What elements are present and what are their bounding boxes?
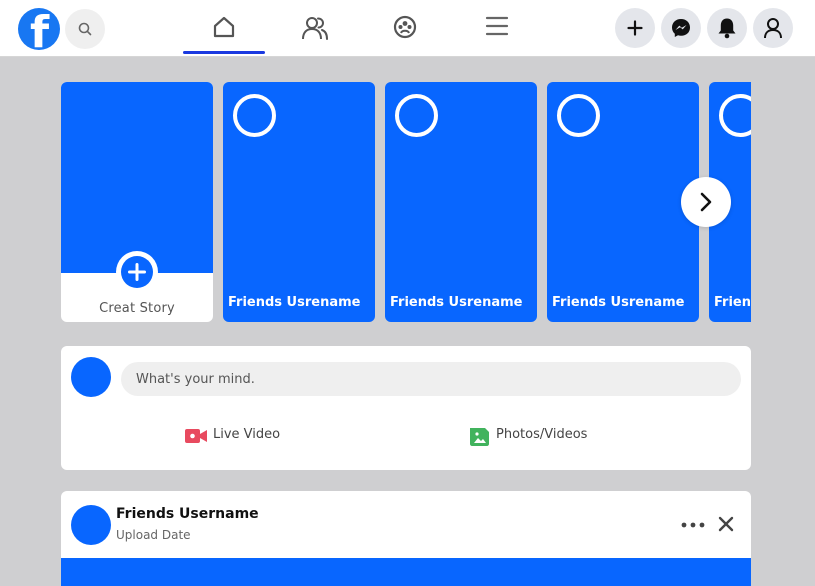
search-button[interactable]: [65, 9, 105, 49]
story-avatar-ring: [233, 94, 276, 137]
photos-videos-button[interactable]: Photos/Videos: [470, 424, 610, 450]
story-username: Friends Usrename: [228, 295, 361, 310]
nav-tab-groups[interactable]: [364, 0, 446, 55]
photos-videos-label: Photos/Videos: [496, 427, 588, 442]
notifications-button[interactable]: [707, 8, 747, 48]
chevron-right-icon: [700, 192, 712, 212]
post-upload-date: Upload Date: [116, 528, 191, 542]
story-card[interactable]: Friends Usrename: [385, 82, 537, 322]
post-author-name[interactable]: Friends Username: [116, 506, 259, 522]
messenger-button[interactable]: [661, 8, 701, 48]
nav-tab-home[interactable]: [183, 0, 265, 55]
story-username: Friends Usrename: [390, 295, 523, 310]
nav-tab-friends[interactable]: [274, 0, 356, 55]
post-author-avatar[interactable]: [71, 505, 111, 545]
messenger-icon: [672, 19, 690, 37]
create-story-card[interactable]: Creat Story: [61, 82, 213, 322]
create-story-label: Creat Story: [99, 301, 175, 316]
profile-button[interactable]: [753, 8, 793, 48]
more-options-icon[interactable]: [681, 517, 705, 533]
story-avatar-ring: [719, 94, 751, 137]
post-media[interactable]: [61, 558, 751, 586]
create-story-plus[interactable]: [116, 251, 158, 293]
close-icon[interactable]: [718, 516, 734, 532]
top-navigation-bar: f: [0, 0, 815, 57]
plus-icon: [627, 20, 643, 36]
create-button[interactable]: [615, 8, 655, 48]
bell-icon: [718, 18, 736, 39]
stories-next-button[interactable]: [681, 177, 731, 227]
story-username: Friends Usrename: [552, 295, 685, 310]
story-avatar-ring: [395, 94, 438, 137]
menu-icon: [485, 16, 509, 36]
stories-row: Creat Story Friends Usrename Friends Usr…: [61, 82, 751, 322]
add-story-icon: [121, 256, 153, 288]
live-video-button[interactable]: Live Video: [185, 424, 295, 450]
facebook-logo-letter: f: [30, 8, 50, 51]
home-icon: [213, 16, 235, 38]
groups-icon: [393, 15, 417, 39]
search-icon: [78, 22, 92, 36]
story-username: Friends Usrename: [714, 295, 751, 310]
create-story-image: [61, 82, 213, 273]
story-card[interactable]: Friends Usrename: [223, 82, 375, 322]
facebook-logo[interactable]: f: [18, 8, 60, 50]
avatar[interactable]: [71, 357, 111, 397]
post-composer: Live Video Photos/Videos: [61, 346, 751, 470]
story-card[interactable]: Friends Usrename: [547, 82, 699, 322]
user-icon: [764, 18, 782, 39]
nav-tab-menu[interactable]: [456, 0, 538, 55]
whats-on-your-mind-input[interactable]: [121, 362, 741, 396]
friends-icon: [302, 17, 328, 40]
video-camera-icon: [185, 429, 207, 443]
feed-post: Friends Username Upload Date: [61, 491, 751, 586]
live-video-label: Live Video: [213, 427, 281, 442]
story-avatar-ring: [557, 94, 600, 137]
photo-icon: [470, 428, 489, 446]
